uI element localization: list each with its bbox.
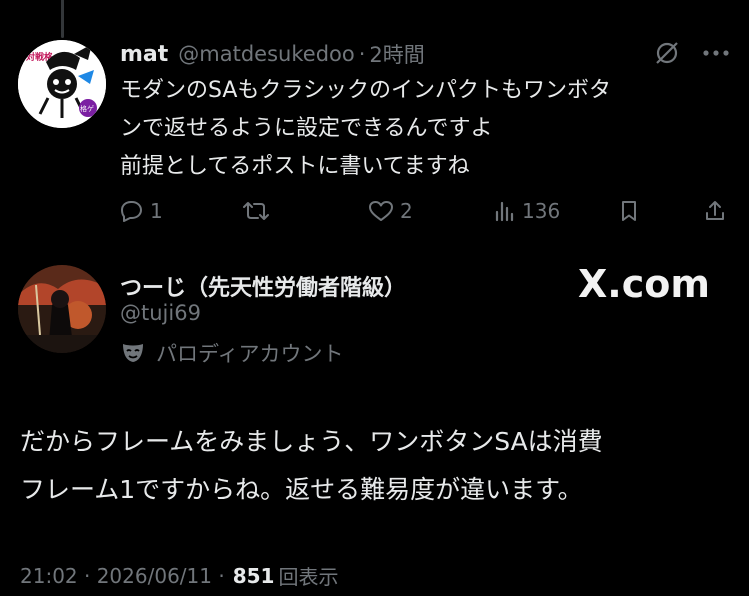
post-views-label: 回表示 [278,565,339,589]
avatar-tuji[interactable] [18,265,106,353]
bookmark-icon [622,201,636,221]
more-icon[interactable] [702,49,730,57]
main-name-row: つーじ（先天性労働者階級） [120,270,406,302]
parody-mask-icon [123,344,143,362]
repost-icon [243,202,269,220]
repost-button[interactable] [242,196,276,226]
reply-icon [121,201,142,222]
main-display-name[interactable]: つーじ（先天性労働者階級） [120,270,406,302]
post-views-count: 851 [232,563,275,588]
thread-line-top [61,0,64,38]
reply-meta-sep: · [358,42,366,66]
post-timestamp[interactable]: 21:02 · 2026/06/11 · [20,564,225,588]
svg-text:格ゲ: 格ゲ [80,104,94,113]
reply-button[interactable]: 1 [118,196,163,226]
like-button[interactable]: 2 [368,196,413,226]
heart-icon [369,201,393,221]
like-count: 2 [400,199,413,223]
reply-time[interactable]: 2時間 [369,39,424,69]
main-handle[interactable]: @tuji69 [120,301,201,325]
main-text-line: フレーム1ですからね。返せる難易度が違います。 [20,475,583,504]
main-text-line: だからフレームをみましょう、ワンボタンSAは消費 [20,427,603,456]
parody-label: パロディアカウント [120,338,344,368]
share-icon [706,201,724,220]
parody-label-text: パロディアカウント [156,342,344,366]
reply-action-bar: 1 2 136 [118,196,730,226]
reply-text: モダンのSAもクラシックのインパクトもワンボタ ンで返せるように設定できるんです… [120,72,720,186]
avatar-mat-image: 対戦格 格ゲ [18,40,106,128]
reply-text-line: 前提としてるポストに書いてますね [120,154,470,179]
reply-header-icons [654,40,730,66]
share-button[interactable] [704,196,726,226]
reply-handle[interactable]: @matdesukedoo [178,42,354,66]
reply-count: 1 [150,199,163,223]
post-footer: 21:02 · 2026/06/11 · 851 回表示 [20,561,338,590]
avatar-tuji-image [18,265,106,353]
reply-header: mat @matdesukedoo · 2時間 [120,40,730,68]
reply-display-name[interactable]: mat [120,42,168,67]
grok-icon[interactable] [654,40,680,66]
avatar-mat[interactable]: 対戦格 格ゲ [18,40,106,128]
views-button[interactable]: 136 [494,196,560,226]
xcom-watermark-text: X.com [578,262,710,306]
reply-text-line: モダンのSAもクラシックのインパクトもワンボタ [120,78,611,103]
views-icon [495,201,514,222]
xcom-watermark: X.com [578,262,710,306]
bookmark-button[interactable] [618,196,640,226]
main-post-text: だからフレームをみましょう、ワンボタンSAは消費 フレーム1ですからね。返せる難… [20,418,740,514]
views-count: 136 [522,199,561,223]
reply-text-line: ンで返せるように設定できるんですよ [120,116,493,141]
